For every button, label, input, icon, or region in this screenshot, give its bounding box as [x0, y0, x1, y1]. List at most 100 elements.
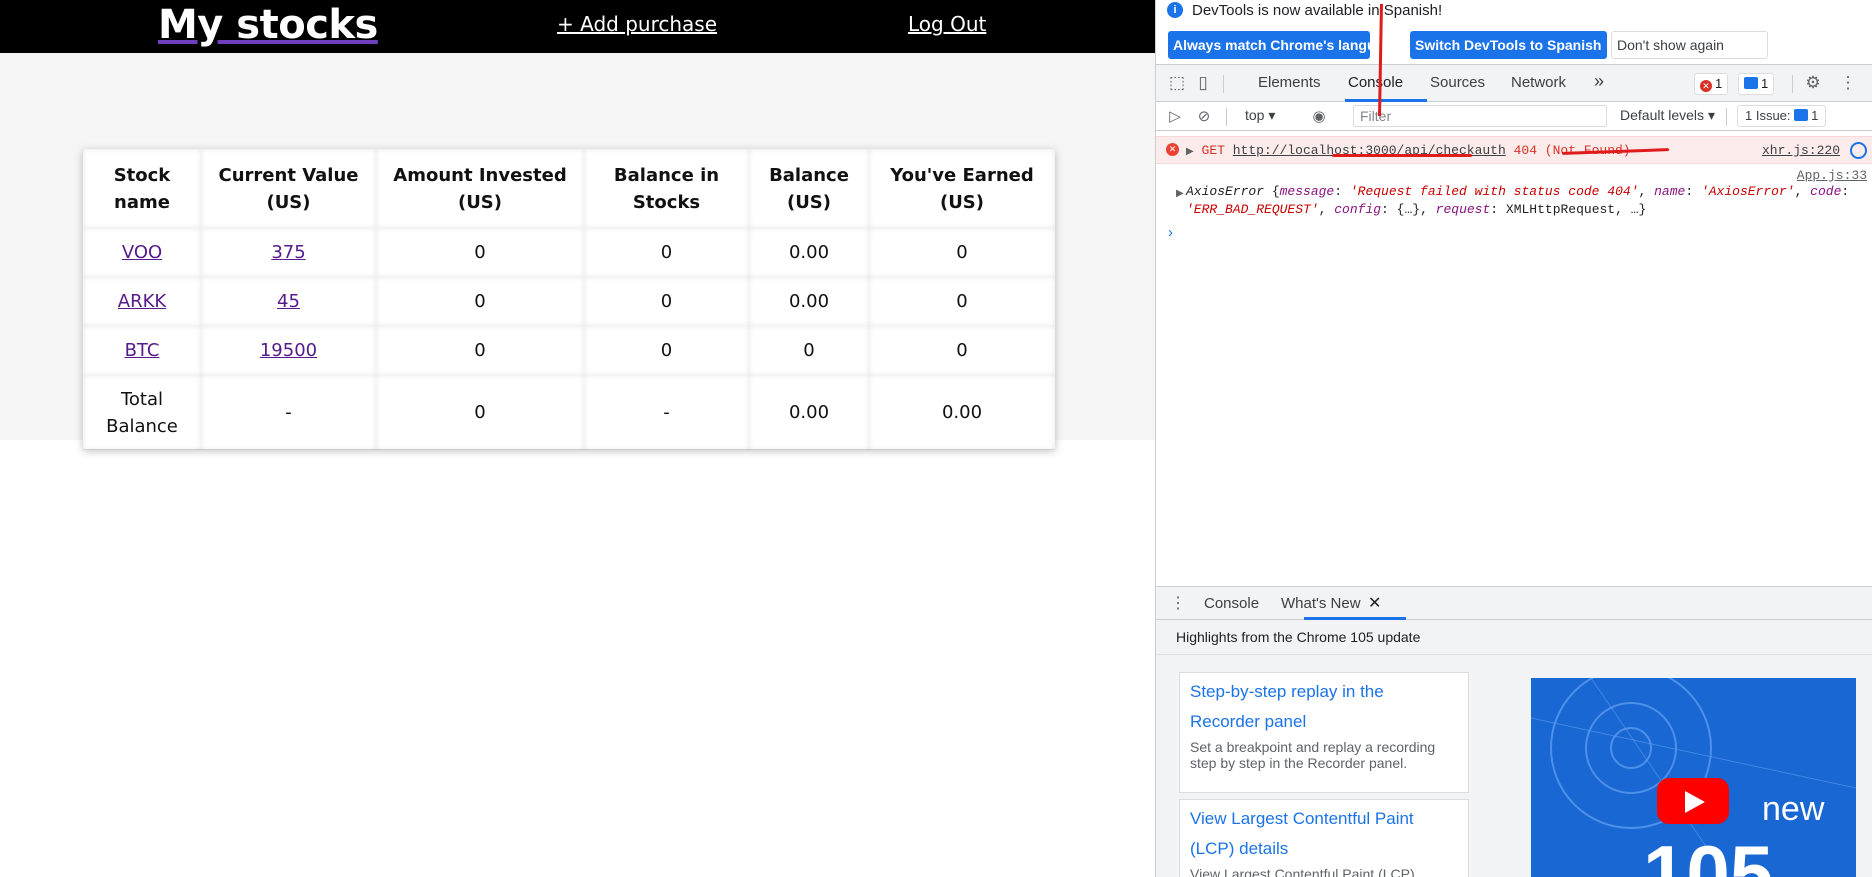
feature-title-link[interactable]: Step-by-step replay in the Recorder pane… [1190, 677, 1458, 737]
infobar-message: DevTools is now available in Spanish! [1192, 2, 1443, 19]
whats-new-video-thumbnail[interactable]: new 105 [1531, 678, 1856, 877]
app-header: My stocks + Add purchase Log Out [0, 0, 1155, 53]
filter-input[interactable] [1353, 105, 1607, 127]
table-cell: - [201, 375, 376, 450]
table-cell: 0 [869, 326, 1055, 375]
table-cell: 0 [584, 228, 749, 277]
current-value-link-voo[interactable]: 375 [271, 242, 305, 263]
more-tabs-icon[interactable]: » [1594, 71, 1604, 92]
thumbnail-version: 105 [1643, 829, 1774, 877]
feature-description: View Largest Contentful Paint (LCP) [1190, 866, 1415, 877]
table-row: ARKK 45 0 0 0.00 0 [83, 277, 1055, 326]
tab-elements[interactable]: Elements [1258, 74, 1321, 91]
tab-sources[interactable]: Sources [1430, 74, 1485, 91]
col-header-current-value: Current Value (US) [201, 149, 376, 228]
table-cell: 0.00 [869, 375, 1055, 450]
table-cell: 0.00 [749, 375, 869, 450]
table-row: BTC 19500 0 0 0 0 [83, 326, 1055, 375]
issue-icon [1794, 109, 1809, 121]
info-icon: i [1167, 2, 1183, 18]
device-toolbar-icon[interactable]: ▯ [1191, 71, 1215, 95]
console-prompt[interactable]: › [1168, 224, 1173, 241]
live-expression-eye-icon[interactable]: ◉ [1308, 106, 1330, 128]
table-cell: 0 [376, 277, 584, 326]
drawer-tab-whats-new[interactable]: What's New [1281, 595, 1361, 612]
drawer-tab-console[interactable]: Console [1204, 595, 1259, 612]
table-cell: 0 [749, 326, 869, 375]
inspect-element-icon[interactable]: ⬚ [1165, 71, 1189, 95]
error-source-link[interactable]: xhr.js:220 [1762, 143, 1840, 158]
youtube-play-icon[interactable] [1657, 778, 1729, 824]
clear-console-icon[interactable]: ⊘ [1193, 106, 1215, 128]
table-cell: 0.00 [749, 228, 869, 277]
thumbnail-label: new [1762, 790, 1825, 828]
col-header-earned: You've Earned (US) [869, 149, 1055, 228]
divider [1792, 75, 1793, 93]
match-language-button[interactable]: Always match Chrome's language [1168, 31, 1400, 59]
chevron-down-icon: ▾ [1707, 107, 1715, 123]
table-cell: 0 [584, 277, 749, 326]
dont-show-again-button[interactable]: Don't show again [1611, 31, 1768, 59]
log-source-link[interactable]: App.js:33 [1797, 168, 1867, 183]
divider [1223, 75, 1224, 93]
divider [1726, 108, 1727, 126]
app-body: Stock name Current Value (US) Amount Inv… [0, 53, 1155, 449]
stock-link-arkk[interactable]: ARKK [118, 291, 166, 312]
stocks-app: My stocks + Add purchase Log Out Stock n… [0, 0, 1155, 877]
add-purchase-link[interactable]: + Add purchase [557, 12, 717, 36]
table-cell: 0 [869, 228, 1055, 277]
stock-link-btc[interactable]: BTC [125, 340, 160, 361]
col-header-balance: Balance (US) [749, 149, 869, 228]
error-icon: ✕ [1166, 143, 1179, 156]
axios-error-log[interactable]: AxiosError {message: 'Request failed wit… [1186, 183, 1866, 219]
devtools-panel: i DevTools is now available in Spanish! … [1155, 0, 1872, 877]
message-icon [1744, 77, 1758, 89]
context-select[interactable]: top ▾ [1245, 107, 1275, 124]
table-cell: 0.00 [749, 277, 869, 326]
table-cell: 0 [584, 326, 749, 375]
tab-console[interactable]: Console [1348, 74, 1403, 91]
error-icon: ✕ [1700, 80, 1712, 92]
col-header-amount-invested: Amount Invested (US) [376, 149, 584, 228]
error-count-badge[interactable]: ✕ 1 [1694, 73, 1729, 95]
app-title[interactable]: My stocks [158, 2, 378, 48]
tab-network[interactable]: Network [1511, 74, 1566, 91]
settings-gear-icon[interactable]: ⚙ [1801, 71, 1825, 95]
expand-arrow-icon[interactable]: ▶ [1176, 188, 1184, 200]
table-cell: - [584, 375, 749, 450]
annotation-underline-url [1332, 154, 1472, 157]
chevron-down-icon: ▾ [1268, 107, 1276, 123]
table-cell: 0 [376, 375, 584, 450]
col-header-balance-in-stocks: Balance in Stocks [584, 149, 749, 228]
stocks-table: Stock name Current Value (US) Amount Inv… [83, 149, 1055, 449]
feature-card[interactable]: Step-by-step replay in the Recorder pane… [1179, 672, 1469, 793]
total-row: Total Balance - 0 - 0.00 0.00 [83, 375, 1055, 450]
log-levels-select[interactable]: Default levels ▾ [1620, 107, 1715, 124]
total-label: Total Balance [83, 375, 201, 450]
feature-card[interactable]: View Largest Contentful Paint (LCP) deta… [1179, 799, 1469, 877]
table-cell: 0 [376, 228, 584, 277]
logout-link[interactable]: Log Out [908, 12, 986, 36]
table-cell: 0 [376, 326, 584, 375]
sidebar-toggle-icon[interactable]: ▷ [1164, 106, 1186, 128]
console-error-row[interactable]: ✕ ▶ GET http://localhost:3000/api/checka… [1156, 136, 1872, 164]
error-method: GET [1201, 143, 1225, 158]
expand-arrow-icon[interactable]: ▶ [1186, 147, 1194, 158]
more-options-icon[interactable]: ⋮ [1836, 71, 1860, 95]
current-value-link-btc[interactable]: 19500 [260, 340, 317, 361]
feature-title-link[interactable]: View Largest Contentful Paint (LCP) deta… [1190, 804, 1458, 864]
issues-button[interactable]: 1 Issue: 1 [1737, 105, 1827, 127]
language-infobar: i DevTools is now available in Spanish! … [1156, 0, 1872, 64]
current-value-link-arkk[interactable]: 45 [277, 291, 300, 312]
close-icon[interactable]: ✕ [1368, 593, 1381, 613]
drawer-tabs-bar: ⋮ Console What's New ✕ [1156, 586, 1872, 620]
whats-new-body: Step-by-step replay in the Recorder pane… [1156, 655, 1872, 877]
switch-language-button[interactable]: Switch DevTools to Spanish [1410, 31, 1607, 59]
drawer-menu-icon[interactable]: ⋮ [1170, 593, 1186, 613]
table-row: VOO 375 0 0 0.00 0 [83, 228, 1055, 277]
message-count-badge[interactable]: 1 [1738, 73, 1775, 95]
col-header-stock-name: Stock name [83, 149, 201, 228]
console-toolbar: ▷ ⊘ top ▾ ◉ Default levels ▾ 1 Issue: 1 [1156, 102, 1872, 131]
network-request-icon[interactable] [1850, 142, 1867, 159]
stock-link-voo[interactable]: VOO [122, 242, 162, 263]
